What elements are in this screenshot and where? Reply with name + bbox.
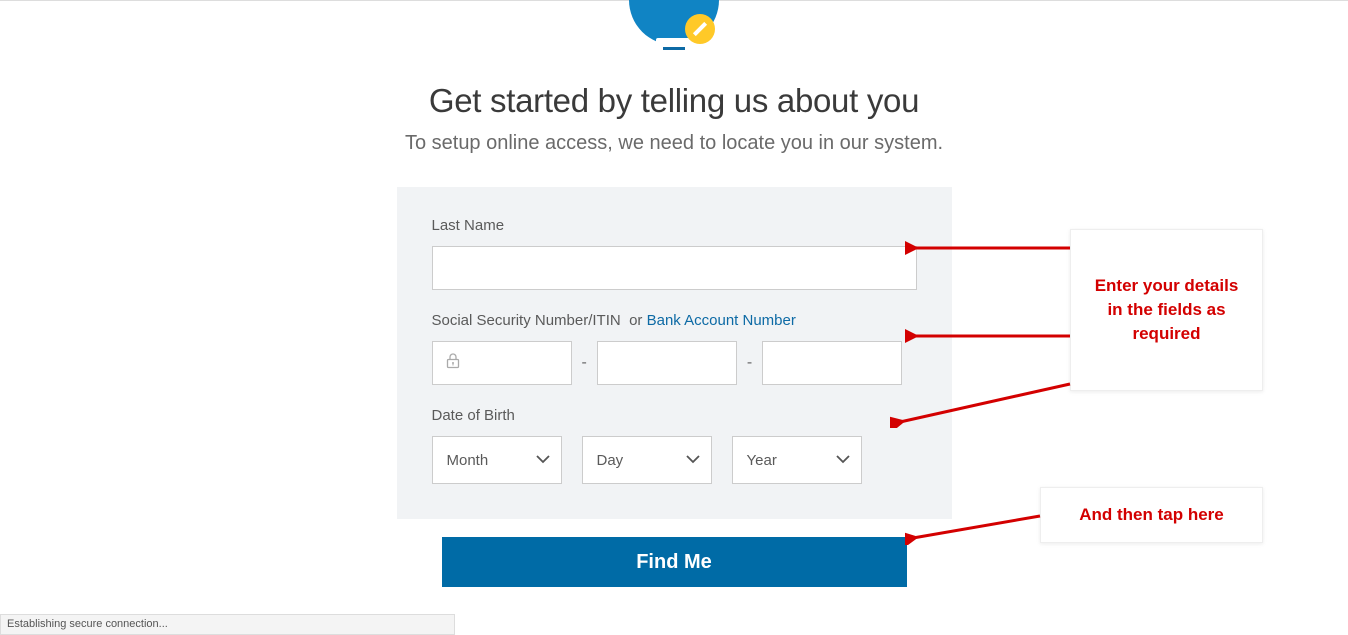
day-select[interactable]: Day bbox=[582, 436, 712, 484]
ssn-dash-1: - bbox=[582, 354, 587, 372]
month-select[interactable]: Month bbox=[432, 436, 562, 484]
annotation-details-box: Enter your details in the fields as requ… bbox=[1070, 229, 1263, 391]
dob-row: Month Day Year bbox=[432, 436, 917, 484]
annotation-tap-box: And then tap here bbox=[1040, 487, 1263, 543]
ssn-input-1[interactable] bbox=[432, 341, 572, 385]
status-text: Establishing secure connection... bbox=[7, 618, 168, 630]
find-me-button[interactable]: Find Me bbox=[442, 537, 907, 587]
ssn-label: Social Security Number/ITIN bbox=[432, 312, 621, 329]
annotation-tap-text: And then tap here bbox=[1079, 503, 1224, 527]
page-heading: Get started by telling us about you bbox=[429, 82, 919, 120]
ssn-input-row: - - bbox=[432, 341, 917, 385]
or-text: or bbox=[629, 312, 642, 329]
ssn-dash-2: - bbox=[747, 354, 752, 372]
dob-label: Date of Birth bbox=[432, 407, 917, 424]
last-name-label: Last Name bbox=[432, 217, 917, 234]
year-select[interactable]: Year bbox=[732, 436, 862, 484]
bank-account-link[interactable]: Bank Account Number bbox=[647, 312, 796, 329]
year-select-label: Year bbox=[747, 452, 777, 469]
pencil-circle-icon bbox=[685, 14, 715, 44]
month-select-label: Month bbox=[447, 452, 489, 469]
annotation-details-text: Enter your details in the fields as requ… bbox=[1087, 274, 1246, 345]
ssn-label-row: Social Security Number/ITIN or Bank Acco… bbox=[432, 312, 917, 329]
status-bar: Establishing secure connection... bbox=[0, 614, 455, 635]
last-name-input[interactable] bbox=[432, 246, 917, 290]
day-select-label: Day bbox=[597, 452, 624, 469]
form-card: Last Name Social Security Number/ITIN or… bbox=[397, 187, 952, 519]
clipboard-icon bbox=[656, 38, 692, 50]
ssn-input-2[interactable] bbox=[597, 341, 737, 385]
pencil-icon bbox=[693, 22, 707, 36]
ssn-input-3[interactable] bbox=[762, 341, 902, 385]
page-subheading: To setup online access, we need to locat… bbox=[405, 132, 943, 155]
header-icon-badge bbox=[629, 0, 719, 50]
